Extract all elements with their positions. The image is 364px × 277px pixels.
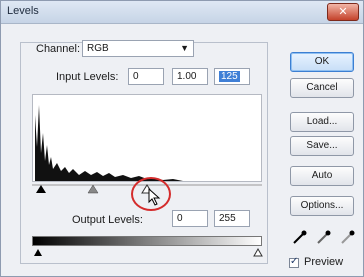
- input-gamma-value: 1.00: [177, 71, 197, 82]
- output-slider[interactable]: [32, 247, 264, 257]
- channel-select[interactable]: RGB ▼: [82, 40, 194, 57]
- output-white-value: 255: [219, 213, 236, 224]
- black-eyedropper-icon[interactable]: [292, 229, 308, 245]
- window-title: Levels: [7, 5, 39, 17]
- input-levels-label: Input Levels:: [56, 71, 119, 83]
- save-button[interactable]: Save...: [290, 136, 354, 156]
- output-levels-label: Output Levels:: [72, 214, 143, 226]
- input-white-value: 125: [219, 71, 240, 82]
- options-button[interactable]: Options...: [290, 196, 354, 216]
- arrow-cursor-icon: [148, 188, 161, 206]
- output-black-handle[interactable]: [34, 249, 42, 256]
- channel-label: Channel:: [36, 43, 81, 55]
- close-icon: ✕: [338, 6, 348, 18]
- preview-checkbox[interactable]: [289, 256, 299, 268]
- input-black-field[interactable]: 0: [128, 68, 164, 85]
- gamma-handle[interactable]: [87, 184, 99, 194]
- ok-button[interactable]: OK: [290, 52, 354, 72]
- histogram: [32, 94, 262, 182]
- output-white-handle[interactable]: [253, 247, 263, 257]
- output-black-value: 0: [177, 213, 183, 224]
- histogram-graph: [35, 105, 183, 181]
- load-button[interactable]: Load...: [290, 112, 354, 132]
- input-white-field[interactable]: 125: [214, 68, 250, 85]
- input-gamma-field[interactable]: 1.00: [172, 68, 208, 85]
- black-point-handle[interactable]: [36, 185, 46, 193]
- output-black-field[interactable]: 0: [172, 210, 208, 227]
- output-gradient-bar: [32, 236, 262, 246]
- gray-eyedropper-icon[interactable]: [316, 229, 332, 245]
- preview-label: Preview: [304, 256, 344, 268]
- title-bar: Levels ✕: [1, 1, 363, 24]
- cancel-button[interactable]: Cancel: [290, 78, 354, 98]
- close-button[interactable]: ✕: [327, 3, 359, 21]
- input-black-value: 0: [133, 71, 139, 82]
- chevron-down-icon: ▼: [180, 43, 189, 53]
- white-eyedropper-icon[interactable]: [340, 229, 356, 245]
- channel-value: RGB: [87, 43, 109, 54]
- auto-button[interactable]: Auto: [290, 166, 354, 186]
- output-white-field[interactable]: 255: [214, 210, 250, 227]
